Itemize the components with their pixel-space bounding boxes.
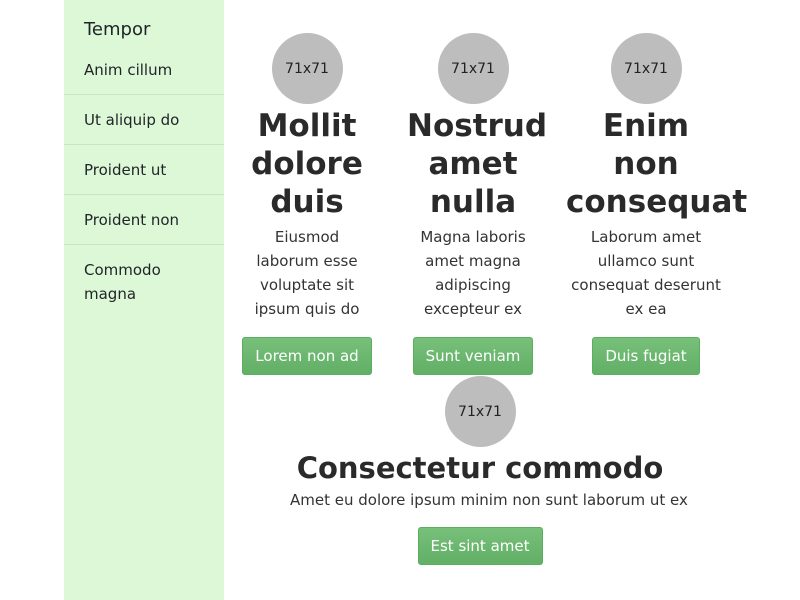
card-text: Laborum amet ullamco sunt consequat dese…: [571, 228, 721, 318]
card-title: Nostrud amet nulla: [407, 108, 548, 220]
sidebar-title: Tempor: [84, 19, 151, 40]
card-text: Eiusmod laborum esse voluptate sit ipsum…: [254, 228, 360, 318]
card-text: Magna laboris amet magna adipiscing exce…: [420, 228, 526, 318]
card-button[interactable]: Est sint amet: [417, 527, 543, 565]
sidebar-item-ut-aliquip-do[interactable]: Ut aliquip do: [64, 95, 224, 145]
feature-card: 71x71 Enim non consequat Laborum amet ul…: [566, 33, 748, 375]
card-title: Mollit dolore duis: [251, 108, 363, 220]
sidebar-item-commodo-magna[interactable]: Commodo magna: [64, 245, 224, 318]
avatar-placeholder: 71x71: [437, 33, 509, 104]
main-content: 71x71 Mollit dolore duis Eiusmod laborum…: [224, 0, 800, 600]
card-button[interactable]: Sunt veniam: [412, 337, 534, 375]
feature-card: 71x71 Nostrud amet nulla Magna laboris a…: [407, 33, 548, 375]
card-title: Consectetur commodo: [296, 451, 664, 485]
page: Tempor Anim cillum Ut aliquip do Proiden…: [0, 0, 800, 600]
card-button[interactable]: Lorem non ad: [242, 337, 372, 375]
sidebar-item-anim-cillum[interactable]: Anim cillum: [64, 45, 224, 95]
avatar-placeholder: 71x71: [444, 376, 516, 447]
avatar-placeholder: 71x71: [271, 33, 343, 104]
sidebar: Tempor Anim cillum Ut aliquip do Proiden…: [64, 0, 224, 600]
feature-card: 71x71 Consectetur commodo Amet eu dolore…: [290, 376, 688, 565]
sidebar-item-proident-non[interactable]: Proident non: [64, 195, 224, 245]
card-text: Amet eu dolore ipsum minim non sunt labo…: [290, 491, 688, 509]
sidebar-item-proident-ut[interactable]: Proident ut: [64, 145, 224, 195]
card-button[interactable]: Duis fugiat: [592, 337, 700, 375]
sidebar-list: Anim cillum Ut aliquip do Proident ut Pr…: [64, 45, 224, 318]
card-title: Enim non consequat: [566, 108, 748, 220]
feature-card: 71x71 Mollit dolore duis Eiusmod laborum…: [242, 33, 372, 375]
avatar-placeholder: 71x71: [610, 33, 682, 104]
